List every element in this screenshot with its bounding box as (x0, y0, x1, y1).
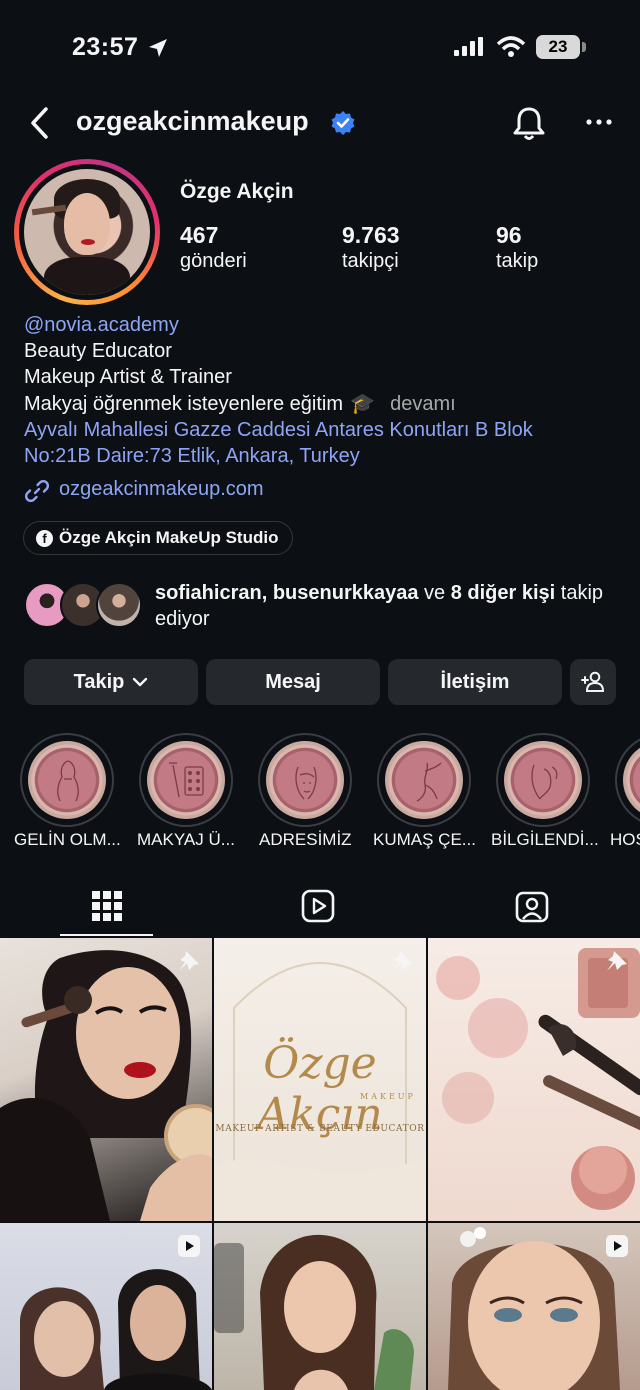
post-tile[interactable] (214, 1223, 426, 1390)
back-chevron-icon[interactable] (26, 105, 56, 141)
pinned-icon (607, 951, 627, 971)
message-button-label: Mesaj (265, 670, 321, 693)
post-tile[interactable] (428, 938, 640, 1221)
status-time: 23:57 (72, 33, 139, 61)
website-text[interactable]: ozgeakcinmakeup.com (59, 478, 264, 501)
highlight-label: HOŞ (610, 830, 640, 849)
bio-text: Makyaj öğrenmek isteyenlere eğitim (24, 393, 344, 415)
followers-label[interactable]: takipçi (342, 250, 399, 273)
facebook-page-chip[interactable]: f Özge Akçin MakeUp Studio (23, 521, 294, 555)
bio-line: Beauty Educator (24, 340, 172, 362)
status-bar: 23:57 23 (0, 0, 640, 92)
reels-tab-icon[interactable] (300, 888, 336, 924)
highlight-bubble[interactable] (377, 733, 473, 827)
others-count[interactable]: 8 diğer kişi (451, 582, 556, 604)
following-count[interactable]: 96 (496, 222, 522, 249)
followed-by-text[interactable]: sofiahicran, busenurkkayaa ve 8 diğer ki… (155, 580, 625, 632)
bio-line: Makyaj öğrenmek isteyenlere eğitim 🎓 dev… (24, 391, 456, 417)
message-button[interactable]: Mesaj (206, 659, 380, 705)
highlight-label: MAKYAJ Ü... (137, 830, 235, 849)
tagged-tab-icon[interactable] (514, 888, 550, 924)
notification-bell-icon[interactable] (511, 104, 547, 142)
battery-tip (582, 42, 586, 52)
mutual-followers-avatars[interactable] (24, 582, 144, 630)
post-image (214, 1234, 414, 1390)
address-link[interactable]: Ayvalı Mahallesi Gazze Caddesi Antares K… (24, 417, 533, 443)
pinned-icon (179, 951, 199, 971)
wifi-icon (496, 36, 526, 57)
avatar[interactable] (24, 169, 150, 295)
cellular-signal-icon (454, 37, 483, 56)
highlight-bubble[interactable] (258, 733, 354, 827)
follow-button-label: Takip (73, 670, 125, 693)
following-label[interactable]: takip (496, 250, 538, 273)
reel-icon (606, 1235, 628, 1257)
avatar (96, 582, 142, 628)
contact-button[interactable]: İletişim (388, 659, 562, 705)
link-icon (24, 479, 50, 503)
follower-username[interactable]: busenurkkayaa (273, 582, 419, 604)
facebook-icon: f (36, 529, 53, 547)
post-tile[interactable]: Özge Akçın MAKEUP MAKEUP ARTIST & BEAUTY… (214, 938, 426, 1221)
logo-tagline: MAKEUP ARTIST & BEAUTY EDUCATOR (215, 1124, 425, 1134)
posts-count[interactable]: 467 (180, 222, 218, 249)
highlight-label: KUMAŞ ÇE... (373, 830, 476, 849)
active-tab-indicator (60, 934, 153, 936)
highlight-label: BİLGİLENDİ... (491, 830, 599, 849)
highlight-bubble[interactable] (615, 733, 640, 827)
highlight-bubble[interactable] (496, 733, 592, 827)
post-image (0, 950, 212, 1221)
location-arrow-icon (149, 39, 167, 57)
suggested-people-button[interactable] (570, 659, 616, 705)
graduation-cap-icon: 🎓 (350, 393, 376, 415)
contact-button-label: İletişim (440, 670, 510, 693)
bride-icon (57, 760, 79, 802)
post-tile[interactable] (428, 1223, 640, 1390)
profile-username: ozgeakcinmakeup (76, 106, 309, 136)
pinned-icon (393, 951, 413, 971)
separator: , (261, 582, 273, 604)
posts-grid-tab-icon[interactable] (89, 888, 125, 924)
bio-more-link[interactable]: devamı (390, 393, 456, 415)
bio-line: Makeup Artist & Trainer (24, 366, 232, 388)
post-image (436, 948, 640, 1210)
bio-mention-link[interactable]: @novia.academy (24, 312, 179, 338)
posts-label[interactable]: gönderi (180, 250, 247, 273)
followers-count[interactable]: 9.763 (342, 222, 400, 249)
dancer-icon (416, 762, 442, 802)
post-tile[interactable] (0, 1223, 212, 1390)
logo-subtitle: MAKEUP (360, 1092, 416, 1101)
profile-full-name: Özge Akçin (180, 180, 294, 203)
woman-profile-icon (531, 764, 558, 800)
highlight-label: GELİN OLM... (14, 830, 121, 849)
woman-face-icon (295, 766, 317, 800)
battery-indicator: 23 (536, 35, 580, 59)
highlight-label: ADRESİMİZ (259, 830, 352, 849)
add-person-icon (581, 671, 605, 692)
chevron-down-icon (133, 677, 148, 687)
highlight-bubble[interactable] (139, 733, 235, 827)
verified-badge-icon (331, 111, 355, 135)
post-tile[interactable] (0, 938, 212, 1221)
followed-by-connector: ve (418, 582, 451, 604)
follower-username[interactable]: sofiahicran (155, 582, 262, 604)
facebook-page-name: Özge Akçin MakeUp Studio (59, 528, 279, 547)
address-link[interactable]: No:21B Daire:73 Etlik, Ankara, Turkey (24, 443, 360, 469)
makeup-palette-icon (169, 762, 204, 798)
follow-button[interactable]: Takip (24, 659, 198, 705)
more-options-icon[interactable] (584, 112, 614, 132)
highlight-bubble[interactable] (20, 733, 116, 827)
reel-icon (178, 1235, 200, 1257)
